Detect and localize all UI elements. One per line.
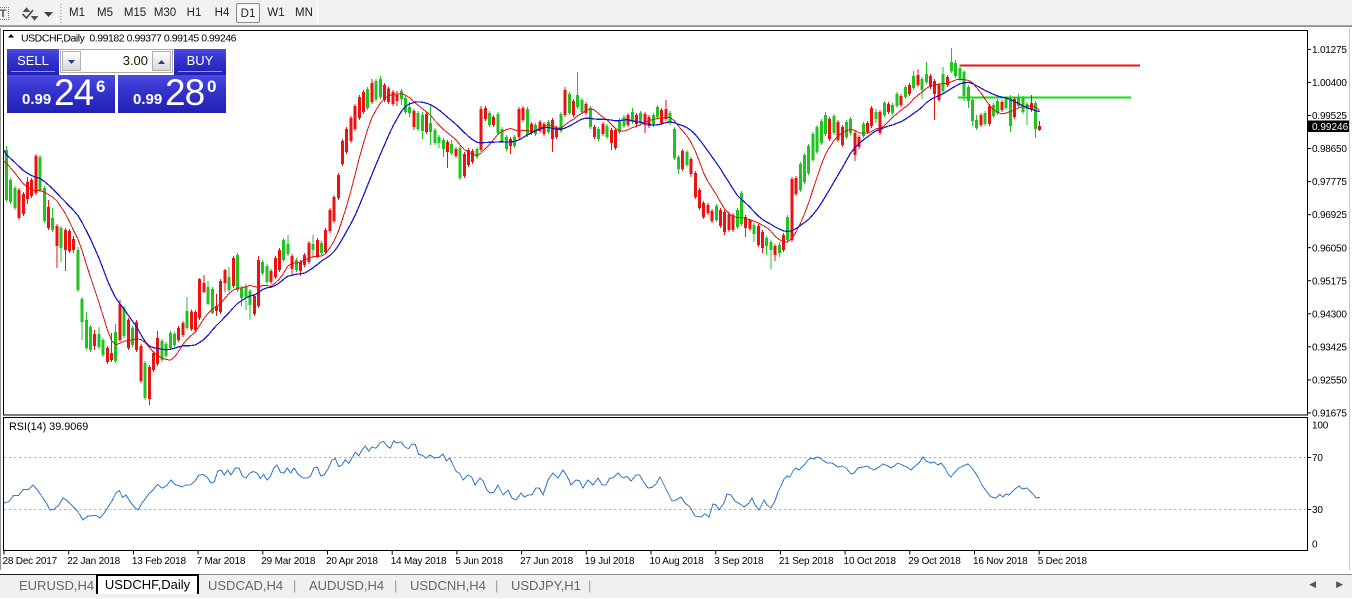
svg-text:7 Mar 2018: 7 Mar 2018 xyxy=(197,556,246,567)
svg-text:13 Feb 2018: 13 Feb 2018 xyxy=(132,556,187,567)
svg-text:0.94300: 0.94300 xyxy=(1312,309,1347,320)
svg-text:0.91675: 0.91675 xyxy=(1312,409,1347,420)
svg-text:0.99525: 0.99525 xyxy=(1312,111,1347,122)
svg-text:28 Dec 2017: 28 Dec 2017 xyxy=(3,556,58,567)
svg-text:0: 0 xyxy=(1312,540,1318,551)
svg-text:RSI(14) 39.9069: RSI(14) 39.9069 xyxy=(9,421,88,433)
svg-text:0.96925: 0.96925 xyxy=(1312,210,1347,221)
svg-text:19 Jul 2018: 19 Jul 2018 xyxy=(585,556,635,567)
svg-text:USDCHF,Daily 0.99182 0.99377: USDCHF,Daily 0.99182 0.99377 0.99145 0.9… xyxy=(21,33,237,45)
svg-text:27 Jun 2018: 27 Jun 2018 xyxy=(520,556,573,567)
svg-text:0.97775: 0.97775 xyxy=(1312,177,1347,188)
svg-text:16 Nov 2018: 16 Nov 2018 xyxy=(973,556,1028,567)
svg-text:0.96050: 0.96050 xyxy=(1312,243,1347,254)
svg-text:21 Sep 2018: 21 Sep 2018 xyxy=(779,556,834,567)
svg-text:5 Dec 2018: 5 Dec 2018 xyxy=(1038,556,1088,567)
svg-text:0.93425: 0.93425 xyxy=(1312,342,1347,353)
svg-text:10 Aug 2018: 10 Aug 2018 xyxy=(650,556,705,567)
svg-text:100: 100 xyxy=(1312,421,1329,432)
svg-text:1.01275: 1.01275 xyxy=(1312,45,1347,56)
svg-text:0.98650: 0.98650 xyxy=(1312,144,1347,155)
svg-text:29 Mar 2018: 29 Mar 2018 xyxy=(261,556,316,567)
svg-text:0.99246: 0.99246 xyxy=(1312,122,1349,133)
svg-text:30: 30 xyxy=(1312,505,1323,516)
svg-text:5 Jun 2018: 5 Jun 2018 xyxy=(455,556,503,567)
svg-text:14 May 2018: 14 May 2018 xyxy=(391,556,447,567)
svg-text:3 Sep 2018: 3 Sep 2018 xyxy=(714,556,764,567)
svg-text:22 Jan 2018: 22 Jan 2018 xyxy=(67,556,120,567)
svg-text:0.92550: 0.92550 xyxy=(1312,376,1347,387)
svg-text:0.95175: 0.95175 xyxy=(1312,276,1347,287)
svg-text:29 Oct 2018: 29 Oct 2018 xyxy=(908,556,961,567)
svg-text:10 Oct 2018: 10 Oct 2018 xyxy=(844,556,897,567)
svg-text:20 Apr 2018: 20 Apr 2018 xyxy=(326,556,378,567)
svg-text:1.00400: 1.00400 xyxy=(1312,78,1347,89)
svg-text:70: 70 xyxy=(1312,453,1323,464)
